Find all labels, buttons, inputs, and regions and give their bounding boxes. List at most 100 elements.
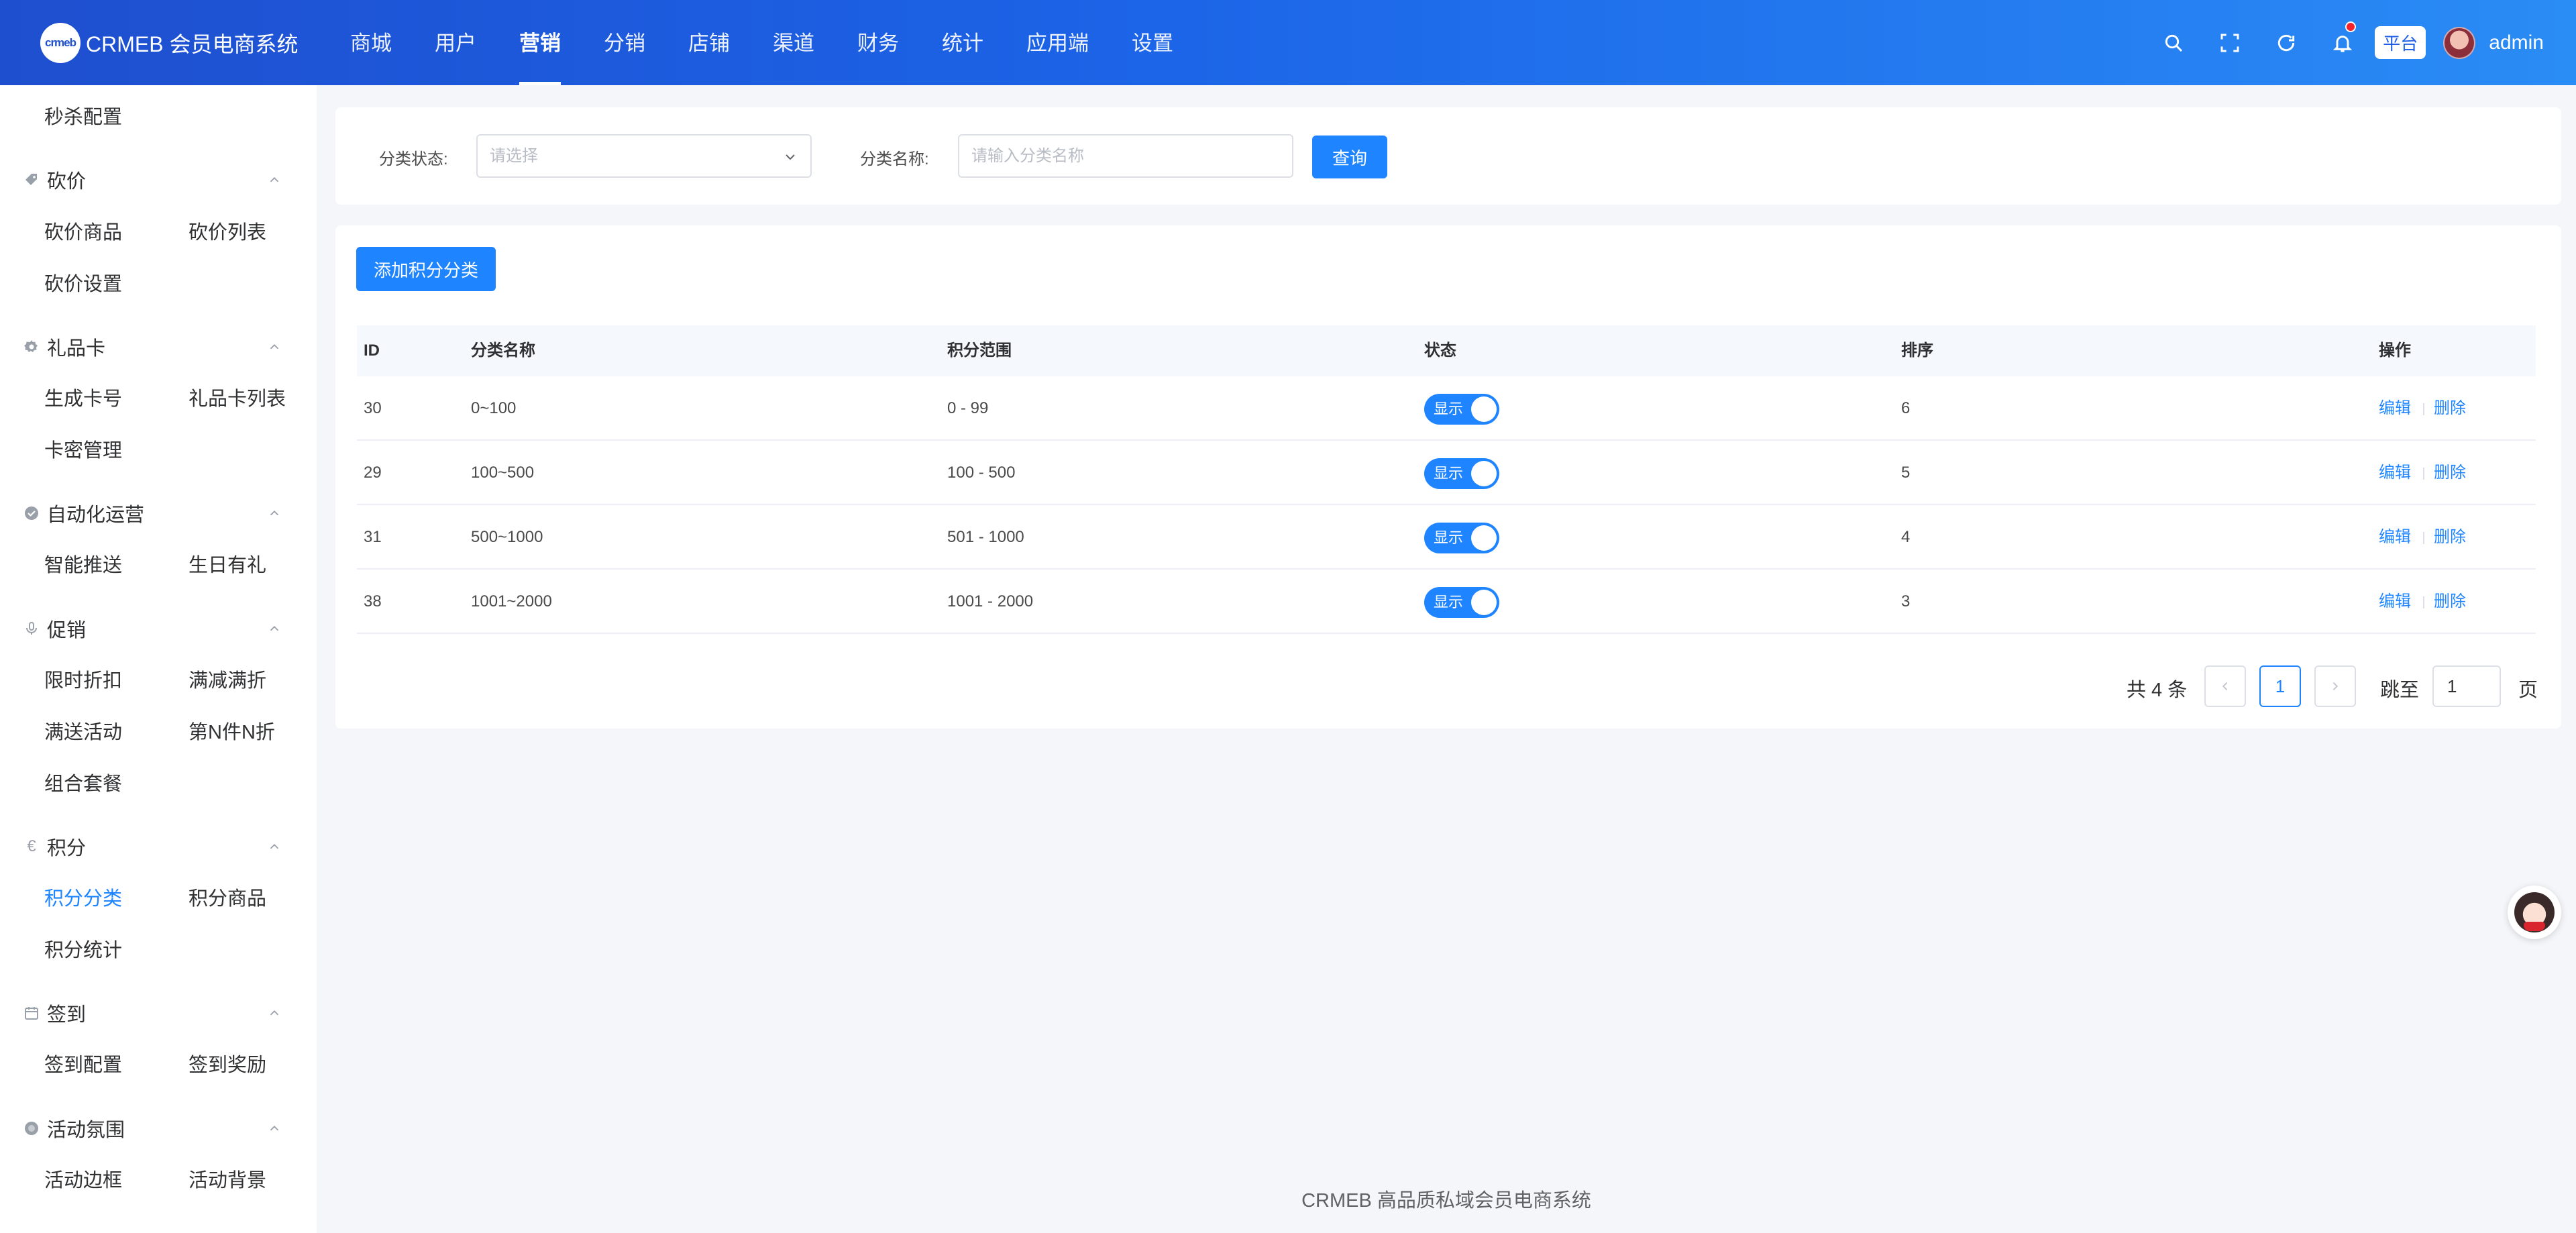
sidebar-item-signin-config[interactable]: 签到配置	[44, 1049, 122, 1082]
app-title: CRMEB 会员电商系统	[86, 32, 299, 56]
delete-link[interactable]: 删除	[2434, 441, 2466, 505]
bell-icon[interactable]	[2314, 0, 2371, 85]
nav-item-distribution[interactable]: 分销	[582, 0, 667, 85]
jump-page-input[interactable]: 1	[2432, 665, 2501, 707]
sidebar-item-flash-discount[interactable]: 限时折扣	[44, 664, 122, 698]
sidebar-group-signin[interactable]: 签到	[23, 989, 298, 1036]
sidebar-item-points-statistics[interactable]: 积分统计	[44, 934, 122, 967]
edit-link[interactable]: 编辑	[2379, 570, 2411, 634]
top-header: crmeb CRMEB 会员电商系统 商城 用户 营销 分销 店铺 渠道 财务 …	[0, 0, 2576, 85]
nav-item-app[interactable]: 应用端	[1005, 0, 1110, 85]
cell-id: 30	[364, 399, 382, 417]
sidebar-group-points[interactable]: € 积分	[23, 823, 298, 870]
chevron-up-icon	[270, 1125, 279, 1131]
sidebar-item-activity-background[interactable]: 活动背景	[189, 1164, 266, 1197]
nav-item-finance[interactable]: 财务	[836, 0, 920, 85]
nav-item-marketing[interactable]: 营销	[498, 0, 582, 85]
nav-item-channel[interactable]: 渠道	[751, 0, 836, 85]
nav-item-mall[interactable]: 商城	[329, 0, 413, 85]
next-page-button[interactable]	[2314, 665, 2356, 707]
sidebar-item-bargain-goods[interactable]: 砍价商品	[44, 216, 122, 250]
table-header: ID 分类名称 积分范围 状态 排序 操作	[357, 325, 2536, 376]
sidebar-item-birthday-gift[interactable]: 生日有礼	[189, 549, 266, 582]
chevron-up-icon	[270, 176, 279, 182]
cell-sort: 5	[1901, 464, 1911, 482]
sidebar-item-seckill-config[interactable]: 秒杀配置	[44, 101, 122, 134]
cell-name: 1001~2000	[471, 592, 552, 610]
add-points-category-button[interactable]: 添加积分分类	[356, 247, 496, 291]
sidebar-group-bargain[interactable]: 砍价	[23, 156, 298, 203]
sidebar-group-promotion[interactable]: 促销	[23, 605, 298, 652]
chevron-up-icon	[270, 625, 279, 631]
action-divider	[2423, 403, 2424, 415]
check-circle-icon	[23, 504, 40, 522]
notification-dot	[2345, 21, 2357, 32]
chevron-up-icon	[270, 510, 279, 516]
column-header-actions: 操作	[2379, 341, 2411, 360]
chevron-down-icon	[786, 154, 795, 160]
logo-mark: crmeb	[40, 22, 80, 63]
query-button[interactable]: 查询	[1312, 136, 1387, 178]
search-icon[interactable]	[2145, 0, 2202, 85]
chevron-right-icon	[2332, 682, 2339, 691]
action-divider	[2423, 596, 2424, 608]
column-header-name: 分类名称	[471, 341, 535, 360]
platform-tag[interactable]: 平台	[2375, 26, 2426, 59]
nav-item-settings[interactable]: 设置	[1110, 0, 1195, 85]
delete-link[interactable]: 删除	[2434, 376, 2466, 441]
sidebar-item-combo-package[interactable]: 组合套餐	[44, 767, 122, 801]
cell-range: 501 - 1000	[947, 528, 1024, 546]
table-row: 38 1001~2000 1001 - 2000 显示 3 编辑 删除	[357, 570, 2536, 634]
delete-link[interactable]: 删除	[2434, 570, 2466, 634]
sidebar-item-generate-card[interactable]: 生成卡号	[44, 382, 122, 416]
status-switch[interactable]: 显示	[1424, 523, 1499, 553]
chevron-up-icon	[270, 343, 279, 350]
sidebar-group-giftcard[interactable]: 礼品卡	[23, 323, 298, 370]
sidebar-item-bargain-settings[interactable]: 砍价设置	[44, 268, 122, 301]
sidebar-item-activity-border[interactable]: 活动边框	[44, 1164, 122, 1197]
sidebar-item-points-goods[interactable]: 积分商品	[189, 882, 266, 916]
user-avatar[interactable]	[2443, 26, 2476, 59]
nav-item-statistics[interactable]: 统计	[920, 0, 1005, 85]
status-switch-label: 显示	[1434, 529, 1464, 546]
status-filter-label: 分类状态:	[379, 150, 448, 168]
sidebar-item-full-gift[interactable]: 满送活动	[44, 716, 122, 749]
prev-page-button[interactable]	[2204, 665, 2246, 707]
sidebar-item-smart-push[interactable]: 智能推送	[44, 549, 122, 582]
main-nav: 商城 用户 营销 分销 店铺 渠道 财务 统计 应用端 设置	[329, 0, 1195, 85]
action-divider	[2423, 532, 2424, 544]
logo[interactable]: crmeb CRMEB 会员电商系统	[40, 22, 329, 63]
edit-link[interactable]: 编辑	[2379, 441, 2411, 505]
delete-link[interactable]: 删除	[2434, 505, 2466, 570]
fullscreen-icon[interactable]	[2202, 0, 2258, 85]
sidebar-item-points-category[interactable]: 积分分类	[44, 882, 122, 916]
nav-item-store[interactable]: 店铺	[667, 0, 751, 85]
sidebar-item-signin-reward[interactable]: 签到奖励	[189, 1049, 266, 1082]
table-row: 29 100~500 100 - 500 显示 5 编辑 删除	[357, 441, 2536, 505]
username[interactable]: admin	[2489, 32, 2544, 54]
sidebar-group-atmosphere[interactable]: 活动氛围	[23, 1105, 298, 1152]
column-header-id: ID	[364, 341, 380, 360]
status-switch[interactable]: 显示	[1424, 587, 1499, 618]
page-number-button[interactable]: 1	[2259, 665, 2301, 707]
sidebar-item-card-secret[interactable]: 卡密管理	[44, 434, 122, 468]
status-switch[interactable]: 显示	[1424, 458, 1499, 489]
status-switch[interactable]: 显示	[1424, 394, 1499, 425]
sidebar-item-full-reduction[interactable]: 满减满折	[189, 664, 266, 698]
cell-range: 1001 - 2000	[947, 592, 1034, 610]
cell-id: 38	[364, 592, 382, 610]
tag-icon	[23, 171, 40, 189]
nav-item-user[interactable]: 用户	[413, 0, 498, 85]
assistant-avatar-button[interactable]	[2508, 886, 2561, 939]
sidebar-item-giftcard-list[interactable]: 礼品卡列表	[189, 382, 286, 416]
sidebar-item-nth-discount[interactable]: 第N件N折	[189, 716, 275, 749]
sidebar-group-automation[interactable]: 自动化运营	[23, 490, 298, 537]
category-name-input[interactable]: 请输入分类名称	[958, 134, 1293, 178]
status-select[interactable]: 请选择	[476, 134, 812, 178]
edit-link[interactable]: 编辑	[2379, 505, 2411, 570]
table-row: 30 0~100 0 - 99 显示 6 编辑 删除	[357, 376, 2536, 441]
sidebar-item-bargain-list[interactable]: 砍价列表	[189, 216, 266, 250]
refresh-icon[interactable]	[2258, 0, 2314, 85]
edit-link[interactable]: 编辑	[2379, 376, 2411, 441]
chevron-left-icon	[2222, 682, 2228, 691]
